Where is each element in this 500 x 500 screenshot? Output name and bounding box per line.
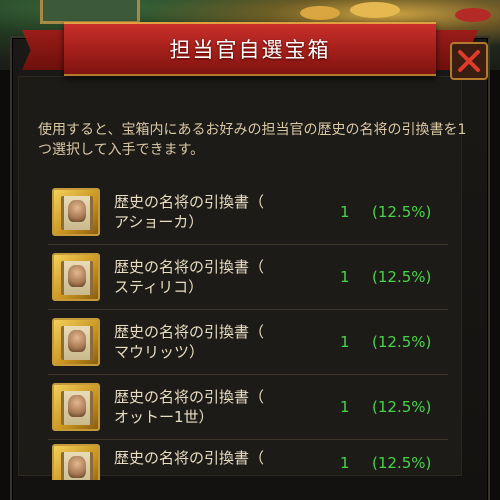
item-name: 歴史の名将の引換書（ スティリコ） <box>114 257 304 297</box>
dialog-title: 担当官自選宝箱 <box>169 38 331 62</box>
item-chance: (12.5%) <box>372 203 432 221</box>
officer-voucher-icon[interactable] <box>52 383 100 431</box>
item-quantity: 1 <box>340 203 350 221</box>
item-chance: (12.5%) <box>372 333 432 351</box>
scene-painting <box>40 0 140 24</box>
scene-chip <box>350 2 400 18</box>
officer-voucher-icon[interactable] <box>52 318 100 366</box>
reward-item-row[interactable]: 歴史の名将の引換書（ スティリコ） 1 (12.5%) <box>48 245 448 310</box>
item-name: 歴史の名将の引換書（ <box>114 444 304 468</box>
reward-item-row[interactable]: 歴史の名将の引換書（ 1 (12.5%) <box>48 440 448 480</box>
item-chance: (12.5%) <box>372 268 432 286</box>
dialog-description: 使用すると、宝箱内にあるお好みの担当官の歴史の名将の引換書を1つ選択して入手でき… <box>38 122 467 158</box>
item-name-line1: 歴史の名将の引換書（ <box>114 258 265 276</box>
item-quantity: 1 <box>340 398 350 416</box>
item-name-line1: 歴史の名将の引換書（ <box>114 193 265 211</box>
title-banner: 担当官自選宝箱 <box>64 22 436 76</box>
officer-voucher-icon[interactable] <box>52 188 100 236</box>
item-quantity: 1 <box>340 268 350 286</box>
item-quantity: 1 <box>340 333 350 351</box>
item-quantity: 1 <box>340 454 350 472</box>
item-name: 歴史の名将の引換書（ マウリッツ） <box>114 322 304 362</box>
item-chance: (12.5%) <box>372 398 432 416</box>
officer-voucher-icon[interactable] <box>52 253 100 301</box>
reward-item-row[interactable]: 歴史の名将の引換書（ マウリッツ） 1 (12.5%) <box>48 310 448 375</box>
reward-item-row[interactable]: 歴史の名将の引換書（ オットー1世） 1 (12.5%) <box>48 375 448 440</box>
item-chance: (12.5%) <box>372 454 432 472</box>
item-name: 歴史の名将の引換書（ オットー1世） <box>114 387 304 427</box>
item-name: 歴史の名将の引換書（ アショーカ） <box>114 192 304 232</box>
scene-chip <box>300 6 340 20</box>
scene-chip <box>455 8 491 22</box>
item-name-line2: オットー1世） <box>114 408 214 426</box>
item-name-line1: 歴史の名将の引換書（ <box>114 323 265 341</box>
item-name-line1: 歴史の名将の引換書（ <box>114 388 265 406</box>
item-name-line2: マウリッツ） <box>114 343 205 361</box>
officer-voucher-icon[interactable] <box>52 444 100 480</box>
item-name-line2: アショーカ） <box>114 213 204 231</box>
reward-item-row[interactable]: 歴史の名将の引換書（ アショーカ） 1 (12.5%) <box>48 180 448 245</box>
reward-item-list: 歴史の名将の引換書（ アショーカ） 1 (12.5%) 歴史の名将の引換書（ ス… <box>48 180 448 480</box>
close-button[interactable] <box>450 42 488 80</box>
item-name-line2: スティリコ） <box>114 278 204 296</box>
item-name-line1: 歴史の名将の引換書（ <box>114 449 265 467</box>
close-icon <box>458 50 480 72</box>
